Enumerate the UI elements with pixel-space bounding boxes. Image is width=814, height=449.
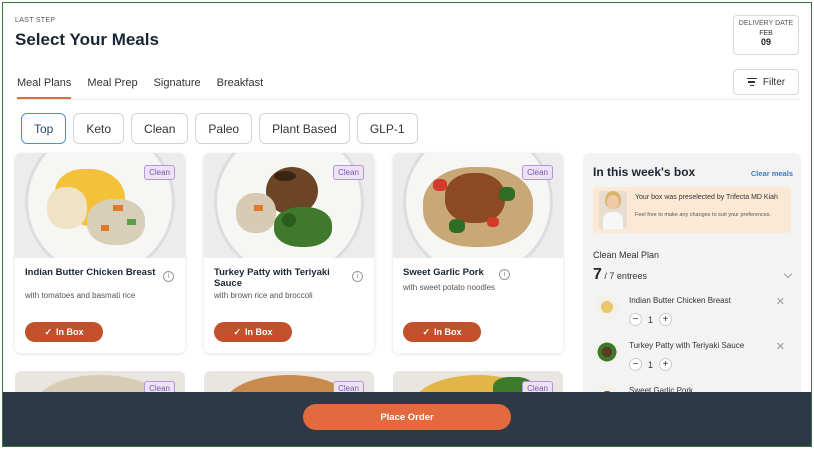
meal-name: Indian Butter Chicken Breast (25, 267, 156, 278)
meal-description: with brown rice and broccoli (214, 291, 313, 300)
preselected-banner: Your box was preselected by Trifecta MD … (593, 187, 791, 233)
tab-meal-prep[interactable]: Meal Prep (87, 77, 137, 99)
meal-image: Clean (393, 153, 563, 258)
meal-description: with tomatoes and basmati rice (25, 291, 136, 300)
check-icon: ✓ (44, 326, 53, 337)
step-label: LAST STEP (15, 17, 56, 24)
delivery-month: FEB (759, 30, 773, 37)
app-frame: LAST STEP Select Your Meals DELIVERY DAT… (2, 2, 812, 447)
page-title: Select Your Meals (15, 30, 159, 49)
entree-count-text: / 7 entrees (604, 271, 647, 281)
meal-type-tabs: Meal Plans Meal Prep Signature Breakfast (17, 77, 263, 99)
decrement-button[interactable]: − (629, 313, 642, 326)
meal-card[interactable]: Clean Turkey Patty with Teriyaki Sauce i… (204, 153, 374, 353)
meal-image: Clean (15, 153, 185, 258)
info-icon[interactable]: i (163, 271, 174, 282)
box-item: Indian Butter Chicken Breast ✕ − 1 + (593, 293, 791, 335)
delivery-day: 09 (760, 37, 771, 47)
entree-count: 7 / 7 entrees (593, 266, 647, 284)
quantity-value: 1 (648, 314, 654, 325)
meal-card[interactable]: Clean Sweet Garlic Pork i with sweet pot… (393, 153, 563, 353)
chevron-down-icon[interactable] (783, 269, 793, 279)
check-icon: ✓ (422, 326, 431, 337)
increment-button[interactable]: + (659, 313, 673, 326)
tabs-divider (15, 99, 799, 100)
box-title: In this week's box (593, 165, 696, 179)
diet-tag: Clean (333, 165, 364, 180)
delivery-date-label: DELIVERY DATE (738, 20, 794, 27)
meal-plan-name: Clean Meal Plan (593, 250, 660, 260)
in-box-label: In Box (434, 327, 462, 337)
info-icon[interactable]: i (499, 269, 510, 280)
meal-description: with sweet potato noodles (403, 283, 496, 292)
header: LAST STEP Select Your Meals (15, 17, 159, 50)
filter-label: Filter (762, 76, 786, 88)
chip-glp1[interactable]: GLP-1 (356, 113, 418, 144)
in-box-button[interactable]: ✓ In Box (403, 322, 481, 342)
banner-subtext: Feel free to make any changes to suit yo… (635, 212, 772, 218)
diet-tag: Clean (144, 165, 175, 180)
in-box-label: In Box (245, 327, 273, 337)
place-order-button[interactable]: Place Order (303, 404, 511, 430)
tab-breakfast[interactable]: Breakfast (217, 77, 263, 99)
bottom-bar: Place Order (3, 392, 811, 446)
chip-clean[interactable]: Clean (131, 113, 189, 144)
diet-chips: Top Keto Clean Paleo Plant Based GLP-1 (21, 113, 418, 144)
tab-signature[interactable]: Signature (154, 77, 201, 99)
info-icon[interactable]: i (352, 271, 363, 282)
chip-top[interactable]: Top (21, 113, 67, 144)
meal-name: Turkey Patty with Teriyaki Sauce (214, 267, 330, 289)
quantity-value: 1 (648, 359, 654, 370)
chip-keto[interactable]: Keto (73, 113, 125, 144)
clear-meals-link[interactable]: Clear meals (751, 169, 793, 178)
in-box-button[interactable]: ✓ In Box (214, 322, 292, 342)
meal-name: Sweet Garlic Pork (403, 267, 484, 278)
tab-meal-plans[interactable]: Meal Plans (17, 77, 72, 99)
entree-count-number: 7 (593, 266, 602, 283)
box-item: Turkey Patty with Teriyaki Sauce ✕ − 1 + (593, 338, 791, 380)
in-box-button[interactable]: ✓ In Box (25, 322, 103, 342)
weekly-box-panel: In this week's box Clear meals Your box … (583, 153, 801, 401)
chip-plant-based[interactable]: Plant Based (259, 113, 350, 144)
meal-card[interactable]: Clean Indian Butter Chicken Breast i wit… (15, 153, 185, 353)
quantity-stepper: − 1 + (629, 313, 673, 326)
decrement-button[interactable]: − (629, 358, 642, 371)
chip-paleo[interactable]: Paleo (195, 113, 253, 144)
remove-icon[interactable]: ✕ (776, 340, 785, 353)
delivery-date-box[interactable]: DELIVERY DATE FEB 09 (733, 15, 799, 55)
remove-icon[interactable]: ✕ (776, 295, 785, 308)
box-item-name: Indian Butter Chicken Breast (629, 296, 731, 305)
quantity-stepper: − 1 + (629, 358, 673, 371)
check-icon: ✓ (233, 326, 242, 337)
in-box-label: In Box (56, 327, 84, 337)
filter-icon (746, 78, 757, 86)
increment-button[interactable]: + (659, 358, 673, 371)
meal-thumbnail (595, 340, 619, 364)
filter-button[interactable]: Filter (733, 69, 799, 95)
meal-thumbnail (595, 295, 619, 319)
avatar (599, 191, 627, 229)
diet-tag: Clean (522, 165, 553, 180)
meal-image: Clean (204, 153, 374, 258)
banner-text: Your box was preselected by Trifecta MD … (635, 194, 778, 201)
box-item-name: Turkey Patty with Teriyaki Sauce (629, 341, 745, 350)
